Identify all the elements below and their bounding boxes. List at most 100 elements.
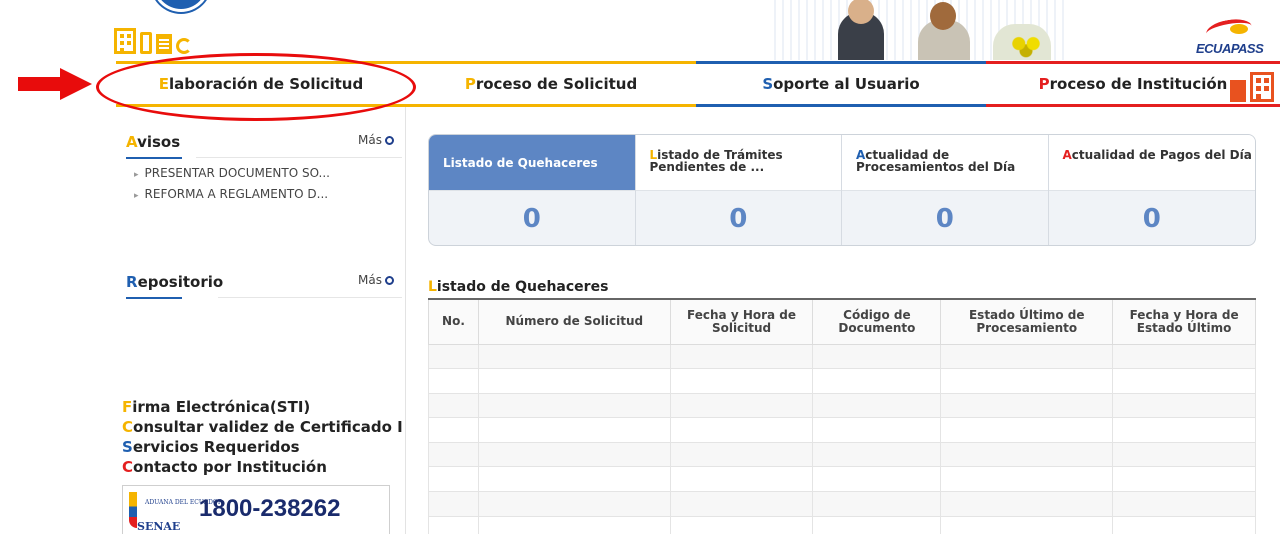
- column-header[interactable]: Estado Último de Procesamiento: [940, 299, 1114, 345]
- table-cell: [669, 343, 814, 370]
- table-cell: [428, 368, 479, 394]
- phone-icon: [140, 32, 152, 54]
- nav-proceso-de-institucion[interactable]: Proceso de Institución: [986, 61, 1280, 107]
- building-icon: [114, 28, 136, 54]
- ecuapass-logo-text: ECUAPASS: [1196, 41, 1264, 56]
- table-row[interactable]: [428, 441, 1256, 468]
- link-firma-electronica[interactable]: Firma Electrónica(STI): [122, 397, 403, 417]
- table-cell: [428, 441, 479, 468]
- table-cell: [669, 515, 814, 534]
- table-cell: [1112, 417, 1256, 443]
- table-header-row: No. Número de Solicitud Fecha y Hora de …: [428, 299, 1256, 345]
- table-cell: [812, 515, 942, 534]
- table-cell: [940, 466, 1114, 493]
- table-title: Listado de Quehaceres: [428, 279, 609, 295]
- aviso-item[interactable]: PRESENTAR DOCUMENTO SO...: [134, 166, 330, 180]
- table-cell: [812, 441, 942, 468]
- table-cell: [477, 368, 671, 394]
- link-servicios-requeridos[interactable]: Servicios Requeridos: [122, 437, 403, 457]
- header-banner-photo: [768, 0, 1068, 60]
- table-cell: [477, 417, 671, 443]
- table-cell: [669, 491, 814, 517]
- column-header[interactable]: Número de Solicitud: [477, 299, 671, 345]
- red-arrow-annotation: [18, 68, 92, 100]
- senae-contact-banner[interactable]: ADUANA DEL ECUADOR SENAE 1800-238262: [122, 485, 390, 534]
- senae-phone-number: 1800-238262: [199, 495, 341, 522]
- link-consultar-certificado[interactable]: Consultar validez de Certificado I: [122, 417, 403, 437]
- senae-logo-name: SENAE: [137, 520, 181, 533]
- table-cell: [1112, 466, 1256, 493]
- table-cell: [940, 343, 1114, 370]
- table-cell: [669, 392, 814, 419]
- table-cell: [477, 392, 671, 419]
- nav-proceso-de-solicitud[interactable]: Proceso de Solicitud: [406, 61, 696, 107]
- repositorio-title: Repositorio: [126, 273, 224, 291]
- table-cell: [1112, 368, 1256, 394]
- table-cell: [1112, 491, 1256, 517]
- table-cell: [1112, 343, 1256, 370]
- card-listado-de-quehaceres[interactable]: Listado de Quehaceres 0: [429, 135, 636, 245]
- table-cell: [1112, 392, 1256, 419]
- card-procesamientos-del-dia[interactable]: Actualidad de Procesamientos del Día 0: [842, 135, 1049, 245]
- nav-elaboracion-de-solicitud[interactable]: Elaboración de Solicitud: [116, 61, 406, 107]
- table-cell: [812, 466, 942, 493]
- table-cell: [428, 515, 479, 534]
- table-row[interactable]: [428, 491, 1256, 517]
- table-cell: [669, 466, 814, 493]
- table-row[interactable]: [428, 466, 1256, 493]
- card-count: 0: [1142, 204, 1161, 234]
- table-cell: [812, 491, 942, 517]
- nav-soporte-al-usuario[interactable]: Soporte al Usuario: [696, 61, 986, 107]
- avisos-more-link[interactable]: Más: [358, 133, 394, 147]
- column-header[interactable]: No.: [428, 299, 479, 345]
- table-cell: [428, 466, 479, 493]
- table-row[interactable]: [428, 343, 1256, 370]
- card-count: 0: [729, 204, 748, 234]
- table-cell: [477, 491, 671, 517]
- table-cell: [428, 343, 479, 370]
- table-cell: [428, 491, 479, 517]
- document-icon: [1230, 80, 1246, 102]
- aviso-item[interactable]: REFORMA A REGLAMENTO D...: [134, 187, 329, 201]
- table-cell: [477, 466, 671, 493]
- card-pagos-del-dia[interactable]: Actualidad de Pagos del Día 0: [1048, 135, 1255, 245]
- refresh-icon: [176, 38, 192, 54]
- table-cell: [428, 392, 479, 419]
- quick-links: Firma Electrónica(STI) Consultar validez…: [122, 397, 403, 477]
- table-row[interactable]: [428, 368, 1256, 394]
- table-cell: [428, 417, 479, 443]
- table-cell: [940, 441, 1114, 468]
- more-circle-icon: [385, 135, 394, 145]
- table-row[interactable]: [428, 515, 1256, 534]
- ecuapass-logo[interactable]: ECUAPASS: [1196, 16, 1272, 56]
- card-count: 0: [522, 204, 541, 234]
- table-cell: [669, 417, 814, 443]
- table-cell: [477, 515, 671, 534]
- table-body: [428, 343, 1256, 534]
- column-header[interactable]: Fecha y Hora de Solicitud: [669, 299, 814, 345]
- table-cell: [940, 515, 1114, 534]
- table-cell: [1112, 441, 1256, 468]
- column-header[interactable]: Fecha y Hora de Estado Último: [1112, 299, 1256, 345]
- link-contacto-por-institucion[interactable]: Contacto por Institución: [122, 457, 403, 477]
- main-nav: Elaboración de Solicitud Proceso de Soli…: [116, 61, 1280, 107]
- repositorio-more-link[interactable]: Más: [358, 273, 394, 287]
- table-cell: [940, 491, 1114, 517]
- table-cell: [812, 343, 942, 370]
- table-row[interactable]: [428, 417, 1256, 443]
- table-cell: [940, 368, 1114, 394]
- avisos-section-header: Avisos Más: [126, 133, 402, 159]
- table-row[interactable]: [428, 392, 1256, 419]
- header-icons: [114, 28, 192, 54]
- card-count: 0: [935, 204, 954, 234]
- table-cell: [940, 392, 1114, 419]
- table-cell: [940, 417, 1114, 443]
- column-header[interactable]: Código de Documento: [812, 299, 942, 345]
- table-cell: [669, 441, 814, 468]
- table-cell: [812, 417, 942, 443]
- avisos-title: Avisos: [126, 133, 181, 151]
- document-icon: [156, 34, 172, 54]
- card-tramites-pendientes[interactable]: Listado de Trámites Pendientes de ... 0: [635, 135, 842, 245]
- building-icon: [1250, 72, 1274, 102]
- customs-logo[interactable]: [152, 0, 210, 12]
